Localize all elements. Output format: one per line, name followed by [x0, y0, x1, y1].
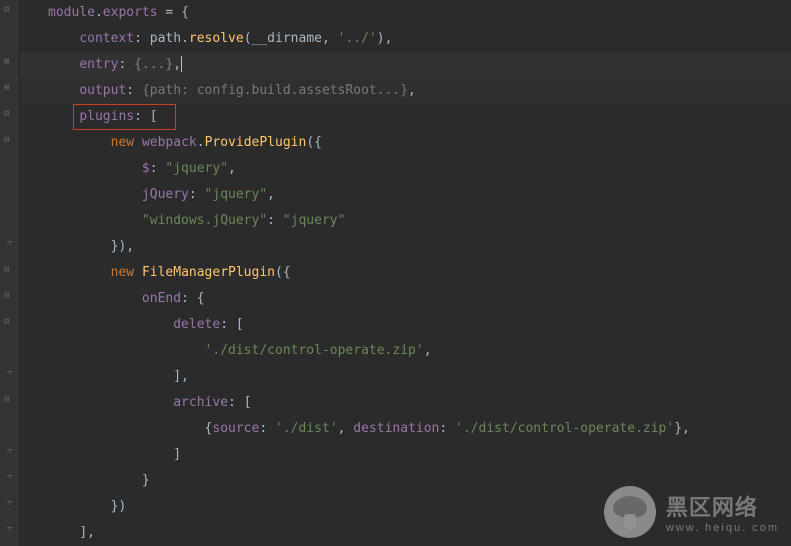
- code-line: $: "jquery",: [20, 156, 791, 182]
- code-line: }: [20, 468, 791, 494]
- fold-minus-icon[interactable]: [4, 318, 13, 327]
- code-line-current: entry: {...},: [20, 52, 791, 78]
- code-line: archive: [: [20, 390, 791, 416]
- code-area[interactable]: module.exports = { context: path.resolve…: [18, 0, 791, 546]
- fold-minus-icon[interactable]: [4, 6, 13, 15]
- code-line: delete: [: [20, 312, 791, 338]
- fold-gutter: [0, 0, 18, 546]
- fold-end-icon: [4, 370, 13, 379]
- code-line: ],: [20, 364, 791, 390]
- fold-plus-icon[interactable]: [4, 84, 13, 93]
- fold-end-icon: [4, 526, 13, 535]
- code-line: './dist/control-operate.zip',: [20, 338, 791, 364]
- code-line: onEnd: {: [20, 286, 791, 312]
- fold-minus-icon[interactable]: [4, 110, 13, 119]
- code-editor[interactable]: module.exports = { context: path.resolve…: [0, 0, 791, 546]
- code-line: }): [20, 494, 791, 520]
- code-line: }),: [20, 234, 791, 260]
- code-line: ],: [20, 520, 791, 546]
- code-line: jQuery: "jquery",: [20, 182, 791, 208]
- code-line: new FileManagerPlugin({: [20, 260, 791, 286]
- code-line: context: path.resolve(__dirname, '../'),: [20, 26, 791, 52]
- fold-end-icon: [4, 240, 13, 249]
- fold-minus-icon[interactable]: [4, 136, 13, 145]
- fold-end-icon: [4, 500, 13, 509]
- fold-minus-icon[interactable]: [4, 396, 13, 405]
- fold-minus-icon[interactable]: [4, 266, 13, 275]
- code-line: "windows.jQuery": "jquery": [20, 208, 791, 234]
- code-line: new webpack.ProvidePlugin({: [20, 130, 791, 156]
- fold-end-icon: [4, 474, 13, 483]
- code-line: module.exports = {: [20, 0, 791, 26]
- code-line: ]: [20, 442, 791, 468]
- fold-end-icon: [4, 448, 13, 457]
- fold-plus-icon[interactable]: [4, 58, 13, 67]
- fold-minus-icon[interactable]: [4, 292, 13, 301]
- code-line: plugins: [: [20, 104, 791, 130]
- text-caret: [181, 56, 182, 72]
- code-line: {source: './dist', destination: './dist/…: [20, 416, 791, 442]
- code-line: output: {path: config.build.assetsRoot..…: [20, 78, 791, 104]
